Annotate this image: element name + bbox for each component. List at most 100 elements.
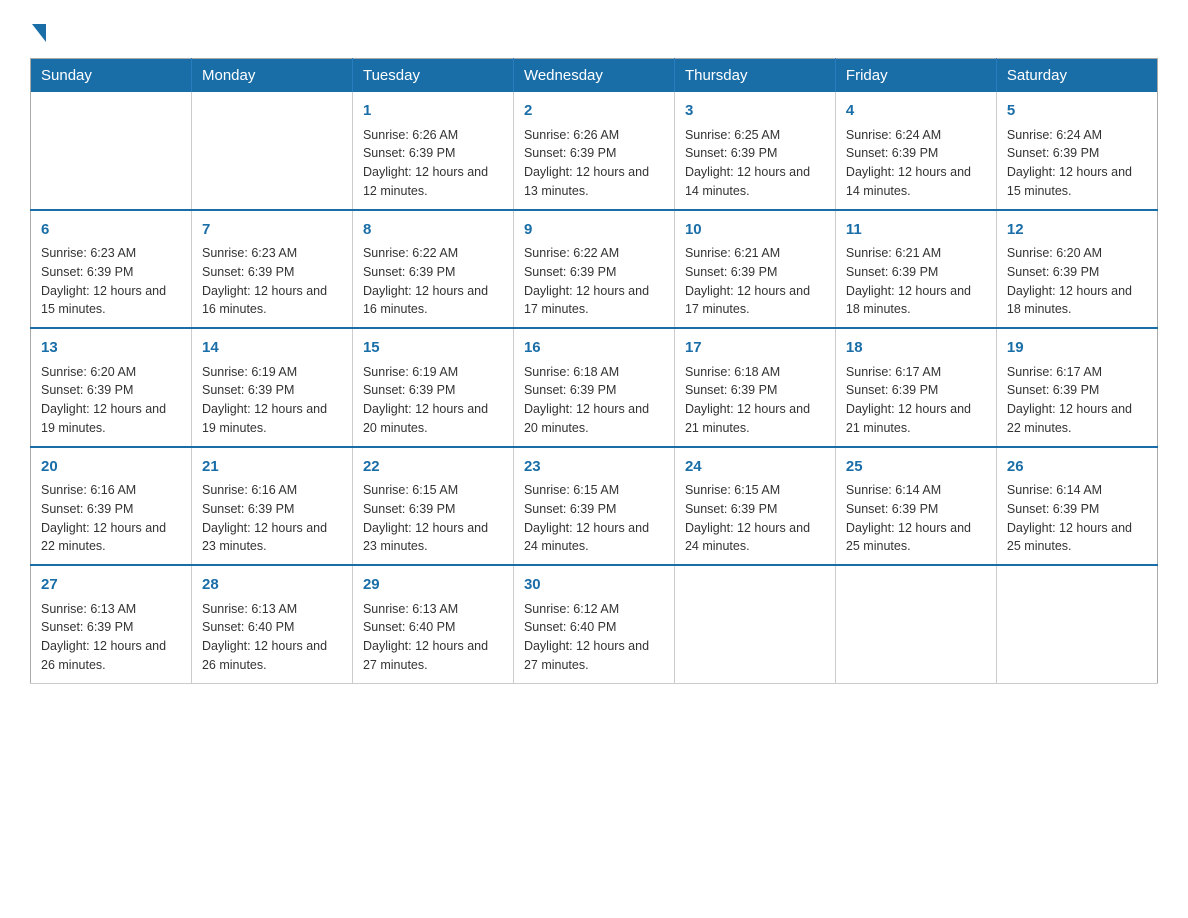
- calendar-cell: 28 Sunrise: 6:13 AMSunset: 6:40 PMDayligh…: [191, 565, 352, 683]
- day-number: 19: [1007, 337, 1147, 360]
- calendar-cell: 13 Sunrise: 6:20 AMSunset: 6:39 PMDayligh…: [31, 328, 192, 447]
- day-info: Sunrise: 6:19 AMSunset: 6:39 PMDaylight:…: [363, 363, 503, 438]
- day-info: Sunrise: 6:17 AMSunset: 6:39 PMDaylight:…: [846, 363, 986, 438]
- day-number: 20: [41, 456, 181, 479]
- day-info: Sunrise: 6:17 AMSunset: 6:39 PMDaylight:…: [1007, 363, 1147, 438]
- day-number: 23: [524, 456, 664, 479]
- day-info: Sunrise: 6:24 AMSunset: 6:39 PMDaylight:…: [1007, 126, 1147, 201]
- day-info: Sunrise: 6:15 AMSunset: 6:39 PMDaylight:…: [363, 481, 503, 556]
- calendar-cell: 2 Sunrise: 6:26 AMSunset: 6:39 PMDaylight…: [513, 92, 674, 210]
- weekday-header-wednesday: Wednesday: [513, 59, 674, 93]
- calendar-cell: 11Sunrise: 6:21 AMSunset: 6:39 PMDayligh…: [835, 210, 996, 329]
- weekday-header-tuesday: Tuesday: [352, 59, 513, 93]
- day-info: Sunrise: 6:20 AMSunset: 6:39 PMDaylight:…: [1007, 244, 1147, 319]
- day-info: Sunrise: 6:21 AMSunset: 6:39 PMDaylight:…: [846, 244, 986, 319]
- day-info: Sunrise: 6:12 AMSunset: 6:40 PMDaylight:…: [524, 600, 664, 675]
- day-number: 8: [363, 219, 503, 242]
- calendar-cell: 21Sunrise: 6:16 AMSunset: 6:39 PMDayligh…: [191, 447, 352, 566]
- calendar-cell: 4 Sunrise: 6:24 AMSunset: 6:39 PMDaylight…: [835, 92, 996, 210]
- day-number: 22: [363, 456, 503, 479]
- calendar-cell: 7Sunrise: 6:23 AMSunset: 6:39 PMDaylight…: [191, 210, 352, 329]
- day-number: 7: [202, 219, 342, 242]
- day-info: Sunrise: 6:16 AMSunset: 6:39 PMDaylight:…: [41, 481, 181, 556]
- calendar-cell: 1 Sunrise: 6:26 AMSunset: 6:39 PMDaylight…: [352, 92, 513, 210]
- day-number: 24: [685, 456, 825, 479]
- weekday-header-friday: Friday: [835, 59, 996, 93]
- day-number: 1: [363, 100, 503, 123]
- calendar-cell: 24Sunrise: 6:15 AMSunset: 6:39 PMDayligh…: [674, 447, 835, 566]
- calendar-cell: 10Sunrise: 6:21 AMSunset: 6:39 PMDayligh…: [674, 210, 835, 329]
- calendar-cell: 25Sunrise: 6:14 AMSunset: 6:39 PMDayligh…: [835, 447, 996, 566]
- day-number: 18: [846, 337, 986, 360]
- day-info: Sunrise: 6:18 AMSunset: 6:39 PMDaylight:…: [524, 363, 664, 438]
- day-info: Sunrise: 6:14 AMSunset: 6:39 PMDaylight:…: [846, 481, 986, 556]
- day-number: 2: [524, 100, 664, 123]
- day-number: 26: [1007, 456, 1147, 479]
- calendar-week-0: 1 Sunrise: 6:26 AMSunset: 6:39 PMDaylight…: [31, 92, 1158, 210]
- day-number: 16: [524, 337, 664, 360]
- calendar-cell: 17 Sunrise: 6:18 AMSunset: 6:39 PMDayligh…: [674, 328, 835, 447]
- calendar-cell: 3 Sunrise: 6:25 AMSunset: 6:39 PMDaylight…: [674, 92, 835, 210]
- day-number: 21: [202, 456, 342, 479]
- calendar-cell: [674, 565, 835, 683]
- day-info: Sunrise: 6:23 AMSunset: 6:39 PMDaylight:…: [41, 244, 181, 319]
- weekday-header-row: SundayMondayTuesdayWednesdayThursdayFrid…: [31, 59, 1158, 93]
- day-number: 6: [41, 219, 181, 242]
- day-number: 5: [1007, 100, 1147, 123]
- day-number: 4: [846, 100, 986, 123]
- day-number: 14: [202, 337, 342, 360]
- calendar-cell: 12Sunrise: 6:20 AMSunset: 6:39 PMDayligh…: [996, 210, 1157, 329]
- calendar-cell: 20Sunrise: 6:16 AMSunset: 6:39 PMDayligh…: [31, 447, 192, 566]
- day-info: Sunrise: 6:15 AMSunset: 6:39 PMDaylight:…: [685, 481, 825, 556]
- day-number: 30: [524, 574, 664, 597]
- day-info: Sunrise: 6:14 AMSunset: 6:39 PMDaylight:…: [1007, 481, 1147, 556]
- calendar-cell: 29 Sunrise: 6:13 AMSunset: 6:40 PMDayligh…: [352, 565, 513, 683]
- calendar-cell: 6Sunrise: 6:23 AMSunset: 6:39 PMDaylight…: [31, 210, 192, 329]
- logo-arrow-icon: [32, 24, 46, 42]
- day-number: 29: [363, 574, 503, 597]
- calendar-cell: 5 Sunrise: 6:24 AMSunset: 6:39 PMDaylight…: [996, 92, 1157, 210]
- day-number: 10: [685, 219, 825, 242]
- day-number: 28: [202, 574, 342, 597]
- day-info: Sunrise: 6:22 AMSunset: 6:39 PMDaylight:…: [363, 244, 503, 319]
- calendar-cell: [31, 92, 192, 210]
- day-info: Sunrise: 6:25 AMSunset: 6:39 PMDaylight:…: [685, 126, 825, 201]
- calendar-week-3: 20Sunrise: 6:16 AMSunset: 6:39 PMDayligh…: [31, 447, 1158, 566]
- day-info: Sunrise: 6:13 AMSunset: 6:39 PMDaylight:…: [41, 600, 181, 675]
- calendar-week-1: 6Sunrise: 6:23 AMSunset: 6:39 PMDaylight…: [31, 210, 1158, 329]
- day-number: 17: [685, 337, 825, 360]
- day-number: 3: [685, 100, 825, 123]
- calendar-cell: [996, 565, 1157, 683]
- calendar-cell: 27 Sunrise: 6:13 AMSunset: 6:39 PMDayligh…: [31, 565, 192, 683]
- calendar-cell: [835, 565, 996, 683]
- calendar-cell: [191, 92, 352, 210]
- calendar-cell: 9Sunrise: 6:22 AMSunset: 6:39 PMDaylight…: [513, 210, 674, 329]
- day-info: Sunrise: 6:15 AMSunset: 6:39 PMDaylight:…: [524, 481, 664, 556]
- logo: [30, 20, 46, 38]
- day-number: 13: [41, 337, 181, 360]
- calendar-cell: 8Sunrise: 6:22 AMSunset: 6:39 PMDaylight…: [352, 210, 513, 329]
- calendar-cell: 30 Sunrise: 6:12 AMSunset: 6:40 PMDayligh…: [513, 565, 674, 683]
- day-info: Sunrise: 6:26 AMSunset: 6:39 PMDaylight:…: [524, 126, 664, 201]
- calendar-cell: 16 Sunrise: 6:18 AMSunset: 6:39 PMDayligh…: [513, 328, 674, 447]
- weekday-header-saturday: Saturday: [996, 59, 1157, 93]
- day-info: Sunrise: 6:16 AMSunset: 6:39 PMDaylight:…: [202, 481, 342, 556]
- calendar-cell: 26Sunrise: 6:14 AMSunset: 6:39 PMDayligh…: [996, 447, 1157, 566]
- day-info: Sunrise: 6:20 AMSunset: 6:39 PMDaylight:…: [41, 363, 181, 438]
- day-info: Sunrise: 6:18 AMSunset: 6:39 PMDaylight:…: [685, 363, 825, 438]
- day-number: 27: [41, 574, 181, 597]
- weekday-header-thursday: Thursday: [674, 59, 835, 93]
- day-info: Sunrise: 6:13 AMSunset: 6:40 PMDaylight:…: [363, 600, 503, 675]
- day-number: 9: [524, 219, 664, 242]
- day-number: 12: [1007, 219, 1147, 242]
- calendar-cell: 19 Sunrise: 6:17 AMSunset: 6:39 PMDayligh…: [996, 328, 1157, 447]
- calendar-week-4: 27 Sunrise: 6:13 AMSunset: 6:39 PMDayligh…: [31, 565, 1158, 683]
- day-info: Sunrise: 6:24 AMSunset: 6:39 PMDaylight:…: [846, 126, 986, 201]
- day-info: Sunrise: 6:23 AMSunset: 6:39 PMDaylight:…: [202, 244, 342, 319]
- day-info: Sunrise: 6:21 AMSunset: 6:39 PMDaylight:…: [685, 244, 825, 319]
- calendar-cell: 23Sunrise: 6:15 AMSunset: 6:39 PMDayligh…: [513, 447, 674, 566]
- calendar-cell: 22Sunrise: 6:15 AMSunset: 6:39 PMDayligh…: [352, 447, 513, 566]
- calendar-cell: 14Sunrise: 6:19 AMSunset: 6:39 PMDayligh…: [191, 328, 352, 447]
- day-info: Sunrise: 6:26 AMSunset: 6:39 PMDaylight:…: [363, 126, 503, 201]
- day-info: Sunrise: 6:13 AMSunset: 6:40 PMDaylight:…: [202, 600, 342, 675]
